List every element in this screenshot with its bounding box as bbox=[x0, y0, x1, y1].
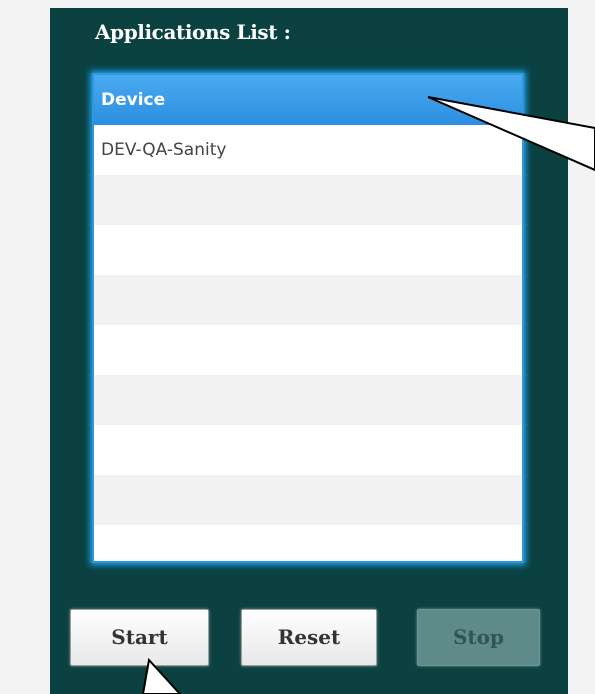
list-item[interactable] bbox=[94, 225, 522, 275]
stop-button[interactable]: Stop bbox=[417, 609, 540, 666]
start-button[interactable]: Start bbox=[70, 609, 209, 666]
reset-button[interactable]: Reset bbox=[241, 609, 377, 666]
applications-list[interactable]: Device DEV-QA-Sanity bbox=[92, 73, 524, 563]
list-item[interactable] bbox=[94, 175, 522, 225]
list-item[interactable] bbox=[94, 425, 522, 475]
applications-panel: Applications List : Device DEV-QA-Sanity… bbox=[50, 8, 568, 694]
list-item[interactable]: DEV-QA-Sanity bbox=[94, 125, 522, 175]
list-rows: DEV-QA-Sanity bbox=[94, 125, 522, 561]
list-item[interactable] bbox=[94, 475, 522, 525]
panel-title: Applications List : bbox=[95, 20, 291, 44]
list-header-device[interactable]: Device bbox=[94, 75, 522, 125]
list-item[interactable] bbox=[94, 375, 522, 425]
list-item[interactable] bbox=[94, 325, 522, 375]
list-item[interactable] bbox=[94, 525, 522, 561]
list-item[interactable] bbox=[94, 275, 522, 325]
